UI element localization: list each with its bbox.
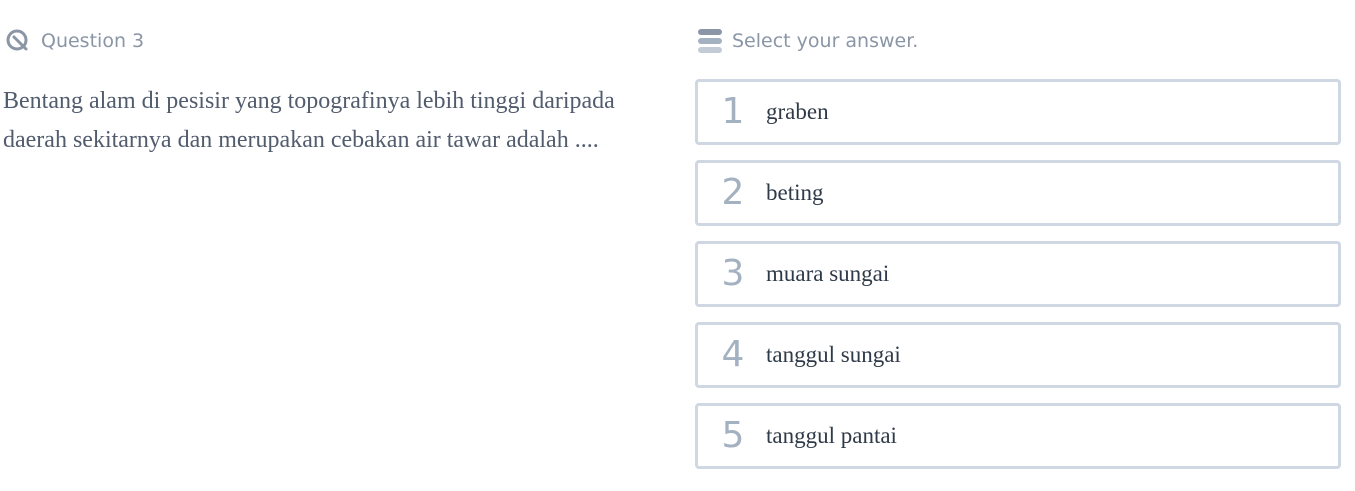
question-header: Question 3 bbox=[5, 27, 144, 55]
answer-option-4[interactable]: 4 tanggul sungai bbox=[695, 322, 1341, 388]
answer-options: 1 graben 2 beting 3 muara sungai 4 tangg… bbox=[695, 79, 1341, 484]
answer-header: Select your answer. bbox=[698, 27, 918, 55]
option-number: 2 bbox=[721, 172, 745, 213]
option-text: tanggul sungai bbox=[766, 342, 901, 367]
option-number: 3 bbox=[721, 253, 745, 294]
list-icon bbox=[698, 28, 722, 54]
question-label: Question 3 bbox=[41, 30, 145, 52]
question-text: Bentang alam di pesisir yang topografiny… bbox=[3, 88, 615, 153]
option-text: beting bbox=[766, 180, 824, 205]
option-number: 1 bbox=[721, 91, 745, 132]
question-panel: Question 3 Bentang alam di pesisir yang … bbox=[0, 0, 640, 491]
answer-prompt: Select your answer. bbox=[732, 30, 919, 52]
answer-option-3[interactable]: 3 muara sungai bbox=[695, 241, 1341, 307]
option-text: tanggul pantai bbox=[766, 423, 897, 448]
option-number: 4 bbox=[721, 334, 745, 375]
answer-option-2[interactable]: 2 beting bbox=[695, 160, 1341, 226]
question-search-icon bbox=[5, 28, 31, 54]
answer-option-1[interactable]: 1 graben bbox=[695, 79, 1341, 145]
answer-panel: Select your answer. 1 graben 2 beting 3 … bbox=[690, 0, 1350, 491]
answer-option-5[interactable]: 5 tanggul pantai bbox=[695, 403, 1341, 469]
option-text: graben bbox=[766, 99, 829, 124]
option-number: 5 bbox=[721, 415, 745, 456]
option-text: muara sungai bbox=[766, 261, 890, 286]
